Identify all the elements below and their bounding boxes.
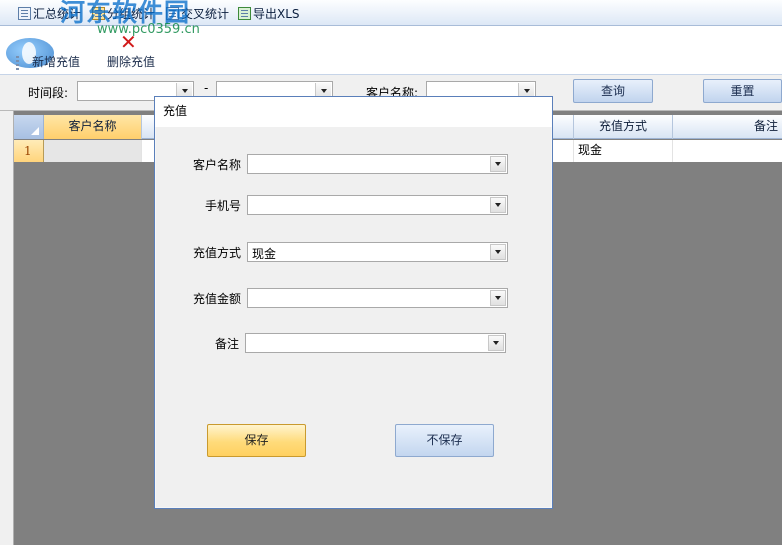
menu-summary-stats[interactable]: 汇总统计 xyxy=(18,5,81,22)
dialog-customer-label: 客户名称 xyxy=(192,158,241,172)
dialog-note-select[interactable] xyxy=(245,333,506,353)
summary-report-icon xyxy=(18,7,31,20)
menu-group-stats[interactable]: 分组统计 xyxy=(92,5,155,22)
dialog-note-label: 备注 xyxy=(214,337,239,351)
dialog-title: 充值 xyxy=(155,97,552,127)
left-edge-panel xyxy=(0,111,14,545)
chevron-down-icon[interactable] xyxy=(490,244,506,260)
add-recharge-button[interactable]: 新增充值 xyxy=(32,53,80,70)
save-button[interactable]: 保存 xyxy=(207,424,306,457)
dialog-customer-select[interactable] xyxy=(247,154,508,174)
dont-save-button[interactable]: 不保存 xyxy=(395,424,494,457)
search-button[interactable]: 查询 xyxy=(573,79,653,103)
column-header-note[interactable]: 备注 xyxy=(673,115,782,139)
dialog-phone-select[interactable] xyxy=(247,195,508,215)
select-all-corner[interactable] xyxy=(14,115,44,139)
group-report-icon xyxy=(92,7,105,20)
period-label: 时间段: xyxy=(28,86,69,100)
menu-bar: 汇总统计 分组统计 交叉统计 导出XLS xyxy=(0,0,782,26)
dialog-phone-label: 手机号 xyxy=(204,199,241,213)
dialog-method-label: 充值方式 xyxy=(192,246,241,260)
chevron-down-icon[interactable] xyxy=(488,335,504,351)
chevron-down-icon[interactable] xyxy=(490,290,506,306)
chevron-down-icon[interactable] xyxy=(490,197,506,213)
recharge-dialog: 充值 客户名称 手机号 充值方式 现金 充值金额 备注 保存 不保存 xyxy=(154,96,553,509)
menu-export-xls[interactable]: 导出XLS xyxy=(238,5,300,22)
dialog-method-value: 现金 xyxy=(252,247,277,261)
column-header-method[interactable]: 充值方式 xyxy=(574,115,673,139)
cell-note[interactable] xyxy=(673,140,782,162)
action-toolbar: ✕ 新增充值 删除充值 xyxy=(0,26,782,75)
menu-export-label: 导出XLS xyxy=(253,7,300,21)
menu-group-label: 分组统计 xyxy=(107,7,156,21)
cell-method[interactable]: 现金 xyxy=(574,140,673,162)
dialog-method-select[interactable]: 现金 xyxy=(247,242,508,262)
cell-customer[interactable] xyxy=(44,140,142,162)
export-xls-icon xyxy=(238,7,251,20)
delete-x-icon: ✕ xyxy=(120,30,137,54)
menu-summary-label: 汇总统计 xyxy=(33,7,82,21)
reset-button[interactable]: 重置 xyxy=(703,79,782,103)
dialog-amount-label: 充值金额 xyxy=(192,292,241,306)
menu-cross-label: 交叉统计 xyxy=(181,7,230,21)
delete-recharge-button[interactable]: 删除充值 xyxy=(107,53,155,70)
dialog-amount-select[interactable] xyxy=(247,288,508,308)
cross-report-icon xyxy=(166,7,179,20)
menu-cross-stats[interactable]: 交叉统计 xyxy=(166,5,229,22)
column-header-customer[interactable]: 客户名称 xyxy=(44,115,142,139)
row-number: 1 xyxy=(14,140,44,162)
period-separator: - xyxy=(204,81,209,95)
chevron-down-icon[interactable] xyxy=(490,156,506,172)
toolbar-grip-icon xyxy=(16,56,19,71)
